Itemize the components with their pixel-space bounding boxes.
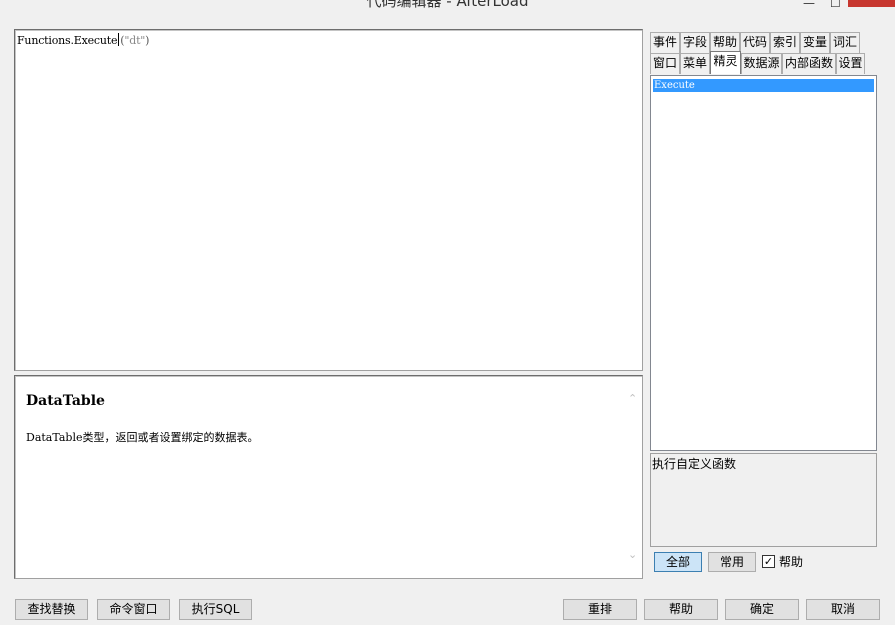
tab-vocabulary[interactable]: 词汇	[830, 32, 860, 53]
scroll-up-icon[interactable]: ⌃	[628, 392, 637, 405]
tab-index[interactable]: 索引	[770, 32, 800, 53]
scroll-down-icon[interactable]: ⌄	[628, 548, 637, 561]
tab-fields[interactable]: 字段	[680, 32, 710, 53]
filter-common-button[interactable]: 常用	[708, 552, 756, 572]
help-scrollbar[interactable]: ⌃ ⌄	[625, 376, 642, 578]
code-close-paren: )	[145, 34, 150, 47]
close-button[interactable]	[848, 0, 895, 7]
tab-window[interactable]: 窗口	[650, 53, 680, 74]
tab-events[interactable]: 事件	[650, 32, 680, 53]
window-title: 代码编辑器 - AfterLoad	[366, 0, 529, 9]
title-bar: 代码编辑器 - AfterLoad — ☐	[0, 0, 895, 9]
ok-button[interactable]: 确定	[725, 599, 799, 620]
tab-datasource[interactable]: 数据源	[741, 53, 782, 74]
minimize-icon[interactable]: —	[803, 0, 817, 9]
tab-wizard[interactable]: 精灵	[710, 51, 741, 74]
help-checkbox[interactable]: ✓	[762, 555, 775, 568]
help-panel: DataTable DataTable类型，返回或者设置绑定的数据表。 ⌃ ⌄	[14, 375, 643, 579]
function-description-box: 执行自定义函数	[650, 453, 877, 547]
help-button[interactable]: 帮助	[644, 599, 718, 620]
cancel-button[interactable]: 取消	[806, 599, 880, 620]
code-function-name: Functions.Execute	[17, 34, 118, 47]
tab-code[interactable]: 代码	[740, 32, 770, 53]
maximize-icon[interactable]: ☐	[830, 0, 844, 9]
filter-bar: 全部 常用 ✓ 帮助	[650, 550, 877, 577]
function-description: 执行自定义函数	[652, 457, 737, 471]
command-window-button[interactable]: 命令窗口	[97, 599, 170, 620]
rearrange-button[interactable]: 重排	[563, 599, 637, 620]
code-string-arg: "dt"	[124, 34, 146, 47]
help-description: DataTable类型，返回或者设置绑定的数据表。	[26, 431, 259, 444]
help-title: DataTable	[26, 393, 105, 409]
find-replace-button[interactable]: 查找替换	[15, 599, 88, 620]
filter-all-button[interactable]: 全部	[654, 552, 702, 572]
tab-settings[interactable]: 设置	[836, 53, 865, 74]
list-item[interactable]: Execute	[653, 79, 874, 92]
tab-help[interactable]: 帮助	[710, 32, 740, 53]
tab-menu[interactable]: 菜单	[680, 53, 710, 74]
tab-variables[interactable]: 变量	[800, 32, 830, 53]
code-editor[interactable]: Functions.Execute ("dt")	[14, 29, 643, 371]
tab-internal-functions[interactable]: 内部函数	[782, 53, 836, 74]
function-list[interactable]: Execute	[650, 75, 877, 451]
help-checkbox-label: 帮助	[779, 555, 804, 569]
code-line: Functions.Execute ("dt")	[17, 33, 149, 47]
execute-sql-button[interactable]: 执行SQL	[179, 599, 252, 620]
